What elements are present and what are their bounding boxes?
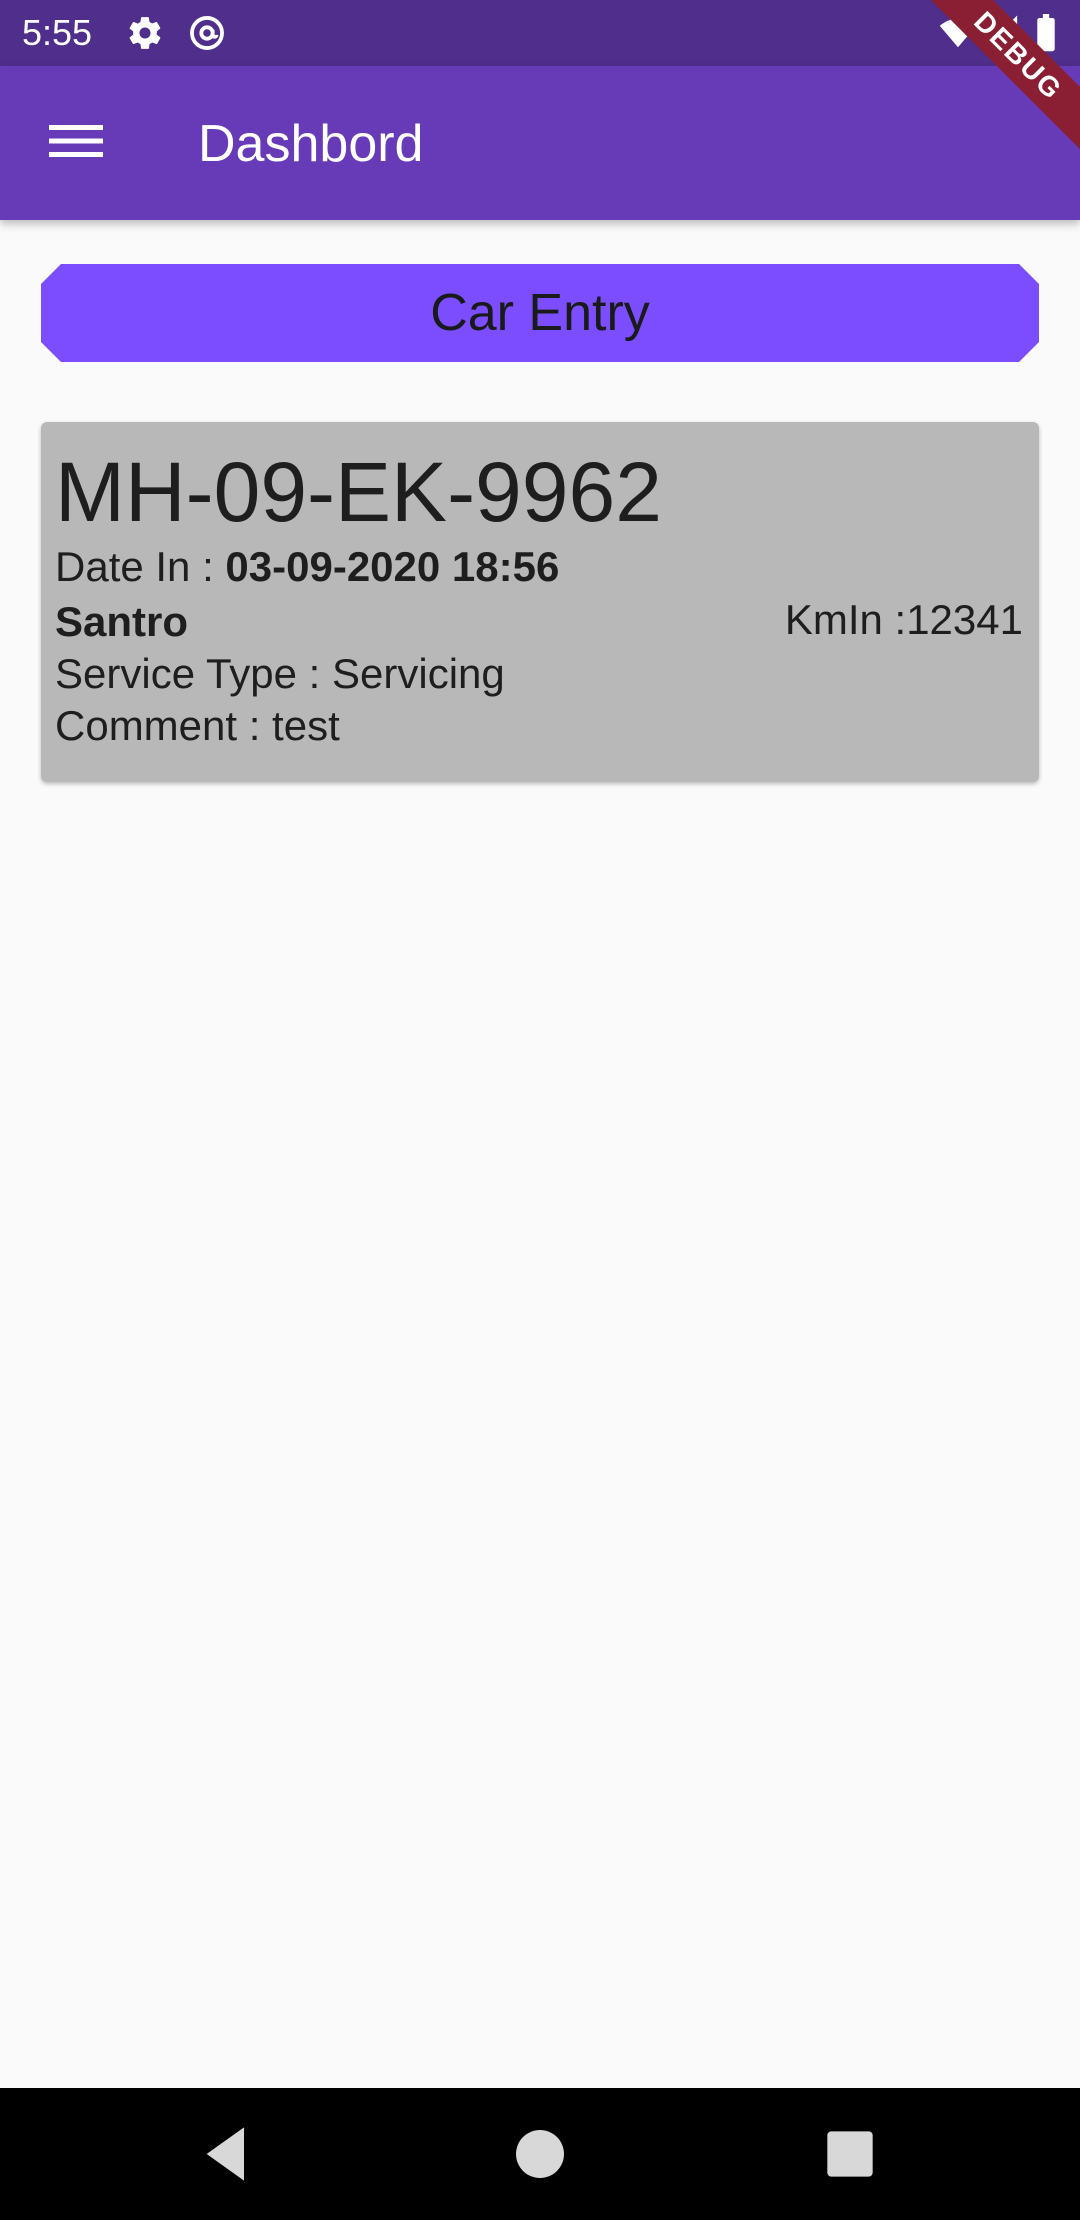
page-title: Dashbord <box>198 115 424 173</box>
recents-button[interactable] <box>818 2122 882 2186</box>
hamburger-menu-icon <box>49 121 103 166</box>
date-in-row: Date In : 03-09-2020 18:56 <box>55 542 559 592</box>
at-sign-icon <box>188 14 226 52</box>
car-entry-button[interactable]: Car Entry <box>41 264 1039 362</box>
menu-button[interactable] <box>36 110 116 176</box>
service-type: Service Type : Servicing <box>55 650 505 697</box>
status-bar: 5:55 <box>0 0 1080 66</box>
recents-icon <box>818 2122 882 2186</box>
app-bar: Dashbord <box>0 66 1080 220</box>
gear-icon <box>126 14 164 52</box>
home-icon <box>508 2122 572 2186</box>
date-in-value: 03-09-2020 18:56 <box>225 543 560 590</box>
plate-number: MH-09-EK-9962 <box>55 445 662 539</box>
km-in: KmIn :12341 <box>784 596 1023 643</box>
car-entry-card[interactable]: MH-09-EK-9962 Date In : 03-09-2020 18:56… <box>41 422 1039 782</box>
car-model: Santro <box>55 598 189 645</box>
screen: 5:55 DEBUG Dashbord Car Entry MH-09-EK-9… <box>0 0 1080 2220</box>
back-button[interactable] <box>196 2122 260 2186</box>
status-time: 5:55 <box>22 12 93 53</box>
home-button[interactable] <box>508 2122 572 2186</box>
comment: Comment : test <box>55 702 340 749</box>
date-in-label: Date In : <box>55 543 226 590</box>
system-nav-bar <box>0 2088 1080 2220</box>
back-icon <box>196 2122 260 2186</box>
